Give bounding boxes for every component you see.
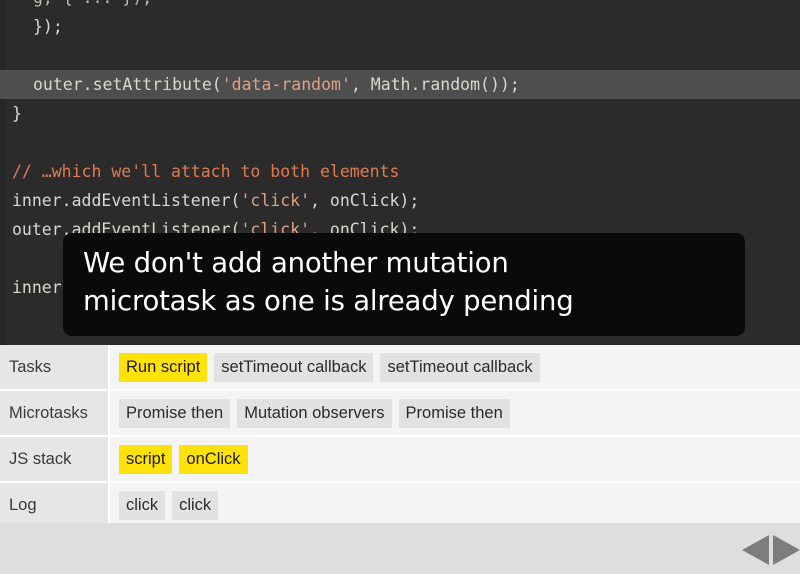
timeline-row-label: Log — [0, 483, 110, 527]
line-inner-listener-seg-1: 'click' — [240, 191, 311, 210]
line-blank-2 — [0, 128, 800, 157]
line-blank-2-seg-0 — [12, 133, 22, 152]
timeline-row: Microtasks Promise then Mutation observers… — [0, 391, 800, 437]
timeline-chip: Mutation observers — [237, 398, 392, 428]
line-setattribute-seg-1: 'data-random' — [221, 75, 351, 94]
line-partial-top: g, { ... }); — [0, 0, 800, 12]
event-loop-timeline: Tasks Run script setTimeout callback setTim… — [0, 345, 800, 535]
timeline-chip: click — [172, 490, 219, 520]
triangle-right-icon[interactable] — [773, 535, 800, 565]
timeline-row-cells: Run script setTimeout callback setTimeout … — [110, 345, 800, 389]
line-close-brace: } — [0, 99, 800, 128]
nav-arrows — [742, 535, 800, 565]
timeline-row-label: Tasks — [0, 345, 110, 389]
line-setattribute: outer.setAttribute('data-random', Math.r… — [0, 70, 800, 99]
line-blank-3-seg-0 — [12, 249, 22, 268]
triangle-left-icon[interactable] — [742, 535, 769, 565]
footer-bar — [0, 523, 800, 574]
caption-overlay: We don't add another mutation microtask … — [63, 233, 745, 336]
timeline-chip-active: script — [119, 444, 173, 474]
timeline-row: Tasks Run script setTimeout callback setTim… — [0, 345, 800, 391]
line-comment-attach: // …which we'll attach to both elements — [0, 157, 800, 186]
timeline-chip-active: onClick — [179, 444, 248, 474]
timeline-chip: setTimeout callback — [214, 352, 374, 382]
line-blank-1 — [0, 41, 800, 70]
timeline-chip-active: Run script — [119, 352, 208, 382]
timeline-chip: Promise then — [398, 398, 510, 428]
timeline-row-cells: click click — [110, 483, 800, 527]
line-close-callback: }); — [0, 12, 800, 41]
line-inner-listener-seg-2: , onClick); — [310, 191, 420, 210]
line-close-callback-seg-0: }); — [33, 17, 63, 36]
line-blank-1-seg-0 — [12, 46, 22, 65]
presentation-slide: g, { ... });}); outer.setAttribute('data… — [0, 0, 800, 574]
timeline-row-cells: script onClick — [110, 437, 800, 481]
timeline-rows: Tasks Run script setTimeout callback setTim… — [0, 345, 800, 529]
timeline-chip: setTimeout callback — [380, 352, 540, 382]
line-inner-listener: inner.addEventListener('click', onClick)… — [0, 186, 800, 215]
line-setattribute-seg-0: outer.setAttribute( — [33, 75, 222, 94]
timeline-row: JS stack script onClick — [0, 437, 800, 483]
line-setattribute-seg-2: , Math.random()); — [350, 75, 520, 94]
timeline-chip: Promise then — [119, 398, 231, 428]
line-inner-listener-seg-0: inner.addEventListener( — [12, 191, 241, 210]
timeline-chip: click — [119, 490, 166, 520]
line-partial-top-seg-0: g, { ... }); — [33, 0, 152, 7]
timeline-row-label: Microtasks — [0, 391, 110, 435]
line-comment-attach-seg-0: // …which we'll attach to both elements — [12, 162, 400, 181]
timeline-row-cells: Promise then Mutation observers Promise th… — [110, 391, 800, 435]
line-close-brace-seg-0: } — [12, 104, 22, 123]
timeline-row-label: JS stack — [0, 437, 110, 481]
caption-text: We don't add another mutation microtask … — [83, 247, 574, 317]
